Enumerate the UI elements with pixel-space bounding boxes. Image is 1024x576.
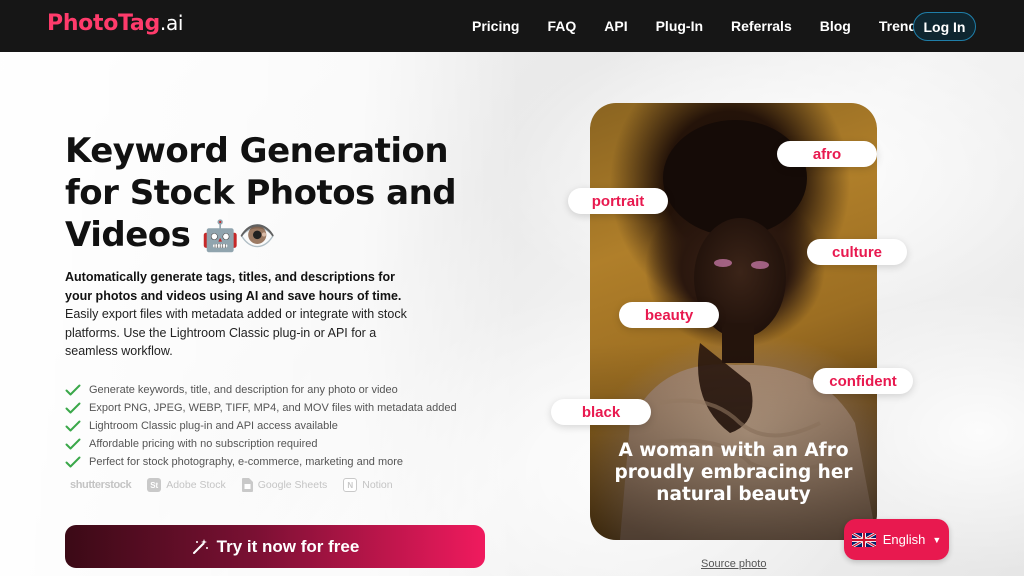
- adobe-stock-label: Adobe Stock: [166, 479, 226, 491]
- photo-caption: A woman with an Afro proudly embracing h…: [614, 440, 853, 505]
- logo-suffix-text: .ai: [159, 11, 184, 35]
- hero-description: Automatically generate tags, titles, and…: [65, 268, 410, 361]
- uk-flag-icon: [851, 532, 876, 547]
- hero-description-bold: Automatically generate tags, titles, and…: [65, 270, 402, 303]
- nav-link-api[interactable]: API: [604, 18, 627, 34]
- hero-title: Keyword Generation for Stock Photos and …: [65, 130, 485, 258]
- nav-link-pricing[interactable]: Pricing: [472, 18, 519, 34]
- try-free-button[interactable]: Try it now for free: [65, 525, 485, 568]
- tag-beauty: beauty: [619, 302, 719, 328]
- check-icon: [65, 438, 81, 450]
- source-photo-link[interactable]: Source photo: [701, 558, 766, 570]
- check-icon: [65, 384, 81, 396]
- nav-link-faq[interactable]: FAQ: [547, 18, 576, 34]
- feature-text: Lightroom Classic plug-in and API access…: [89, 420, 338, 432]
- feature-item: Generate keywords, title, and descriptio…: [65, 381, 485, 399]
- partner-logos: shutterstock St Adobe Stock Google Sheet…: [70, 476, 393, 494]
- feature-text: Affordable pricing with no subscription …: [89, 438, 318, 450]
- language-label: English: [882, 532, 926, 547]
- google-sheets-label: Google Sheets: [257, 479, 328, 491]
- notion-icon: N: [343, 478, 358, 492]
- caret-down-icon: ▼: [932, 534, 942, 545]
- login-button[interactable]: Log In: [913, 12, 976, 41]
- top-navbar: PhotoTag.ai Pricing FAQ API Plug-In Refe…: [0, 0, 1024, 52]
- nav-link-blog[interactable]: Blog: [820, 18, 851, 34]
- check-icon: [65, 402, 81, 414]
- feature-text: Perfect for stock photography, e-commerc…: [89, 456, 404, 468]
- feature-item: Lightroom Classic plug-in and API access…: [65, 417, 485, 435]
- notion-label: Notion: [362, 479, 393, 491]
- feature-text: Export PNG, JPEG, WEBP, TIFF, MP4, and M…: [89, 402, 457, 414]
- robot-eye-emoji-icon: 🤖👁️: [201, 219, 276, 254]
- logo[interactable]: PhotoTag.ai: [47, 11, 183, 36]
- adobe-stock-icon: St: [147, 478, 162, 492]
- magic-wand-icon: [192, 538, 208, 554]
- logo-main-text: PhotoTag: [47, 11, 160, 36]
- tag-afro: afro: [777, 141, 877, 167]
- feature-item: Export PNG, JPEG, WEBP, TIFF, MP4, and M…: [65, 399, 485, 417]
- feature-item: Affordable pricing with no subscription …: [65, 435, 485, 453]
- tag-portrait: portrait: [568, 188, 668, 214]
- feature-list: Generate keywords, title, and descriptio…: [65, 381, 485, 471]
- check-icon: [65, 420, 81, 432]
- nav-link-plugin[interactable]: Plug-In: [656, 18, 703, 34]
- language-selector[interactable]: English ▼: [844, 519, 949, 560]
- nav-link-referrals[interactable]: Referrals: [731, 18, 792, 34]
- google-sheets-logo: Google Sheets: [241, 478, 328, 492]
- feature-item: Perfect for stock photography, e-commerc…: [65, 453, 485, 471]
- feature-text: Generate keywords, title, and descriptio…: [89, 384, 398, 396]
- tag-confident: confident: [813, 368, 913, 394]
- adobe-stock-logo: St Adobe Stock: [147, 478, 226, 492]
- tag-black: black: [551, 399, 651, 425]
- hero-description-rest: Easily export files with metadata added …: [65, 307, 407, 358]
- check-icon: [65, 456, 81, 468]
- tag-culture: culture: [807, 239, 907, 265]
- try-free-label: Try it now for free: [216, 536, 360, 556]
- notion-logo: N Notion: [343, 478, 393, 492]
- google-sheets-icon: [241, 478, 253, 492]
- nav-links: Pricing FAQ API Plug-In Referrals Blog T…: [472, 0, 953, 52]
- shutterstock-logo: shutterstock: [70, 479, 132, 491]
